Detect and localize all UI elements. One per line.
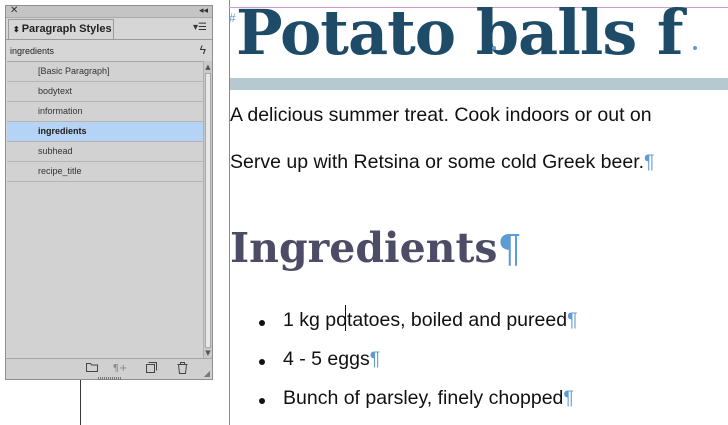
scroll-thumb[interactable] — [205, 73, 211, 348]
ingredient-text: Bunch of parsley, finely chopped — [283, 387, 564, 409]
pilcrow-icon: ¶ — [497, 227, 522, 271]
resize-grip-icon[interactable]: ◢ — [204, 369, 210, 378]
tab-divider — [6, 39, 212, 40]
clear-overrides-icon[interactable]: ¶+ — [112, 362, 128, 376]
panel-title-bar[interactable]: ✕ ◂◂ — [6, 5, 212, 18]
list-item[interactable]: 1 kg potatoes, boiled and pureed¶ — [283, 309, 578, 332]
current-style-row: ingredients ϟ — [6, 41, 212, 61]
body-paragraph-2[interactable]: Serve up with Retsina or some cold Greek… — [230, 151, 655, 174]
recipe-title[interactable]: Potato balls f — [236, 2, 683, 69]
folder-icon[interactable] — [84, 362, 100, 376]
list-item[interactable]: Bunch of parsley, finely chopped¶ — [283, 387, 574, 410]
guide-line — [80, 380, 81, 425]
close-icon[interactable]: ✕ — [10, 5, 18, 17]
current-style-name: ingredients — [10, 46, 55, 56]
style-list: [Basic Paragraph] bodytext information i… — [7, 61, 203, 358]
list-item[interactable]: 4 - 5 eggs¶ — [283, 348, 380, 371]
subhead[interactable]: Ingredients¶ — [230, 224, 522, 272]
style-item-subhead[interactable]: subhead — [7, 142, 203, 162]
subhead-text: Ingredients — [230, 224, 498, 272]
style-item-basic-paragraph[interactable]: [Basic Paragraph] — [7, 62, 203, 82]
pilcrow-icon: ¶ — [369, 348, 381, 370]
style-item-bodytext[interactable]: bodytext — [7, 82, 203, 102]
trash-icon[interactable] — [174, 362, 190, 376]
body-text: Serve up with Retsina or some cold Greek… — [230, 151, 645, 173]
scroll-down-icon[interactable]: ▼ — [204, 349, 212, 357]
panel-grip[interactable] — [98, 377, 122, 380]
ingredient-text: 4 - 5 eggs — [283, 348, 370, 370]
pilcrow-icon: ¶ — [644, 151, 655, 173]
collapse-icon[interactable]: ◂◂ — [199, 5, 208, 17]
title-rule — [230, 78, 728, 90]
space-marker-icon — [492, 46, 496, 50]
pilcrow-icon: ¶ — [563, 387, 574, 409]
style-item-ingredients[interactable]: ingredients — [7, 122, 203, 142]
ingredient-text: 1 kg potatoes, boiled and pureed — [283, 309, 568, 331]
bullet-icon — [259, 398, 265, 404]
style-item-recipe-title[interactable]: recipe_title — [7, 162, 203, 182]
panel-title: Paragraph Styles — [21, 23, 112, 35]
style-list-scrollbar[interactable]: ▲ ▼ — [203, 61, 212, 358]
tab-paragraph-styles[interactable]: ⬍ Paragraph Styles — [8, 19, 114, 39]
text-cursor — [345, 305, 346, 331]
style-item-information[interactable]: information — [7, 102, 203, 122]
panel-menu-icon[interactable]: ▾☰ — [192, 21, 208, 35]
new-style-icon[interactable] — [143, 362, 159, 376]
scroll-up-icon[interactable]: ▲ — [204, 63, 212, 71]
space-marker-icon — [693, 46, 697, 50]
body-text: A delicious summer treat. Cook indoors o… — [230, 104, 652, 126]
body-paragraph-1[interactable]: A delicious summer treat. Cook indoors o… — [230, 104, 652, 127]
lightning-icon[interactable]: ϟ — [200, 43, 206, 57]
tab-toggle-icon: ⬍ — [13, 25, 20, 34]
paragraph-styles-panel: ✕ ◂◂ ⬍ Paragraph Styles ▾☰ ingredients ϟ … — [5, 5, 213, 380]
pilcrow-icon: ¶ — [567, 309, 578, 331]
panel-button-bar: ¶+ ◢ — [6, 358, 212, 380]
bullet-icon — [259, 320, 265, 326]
bullet-icon — [259, 359, 265, 365]
